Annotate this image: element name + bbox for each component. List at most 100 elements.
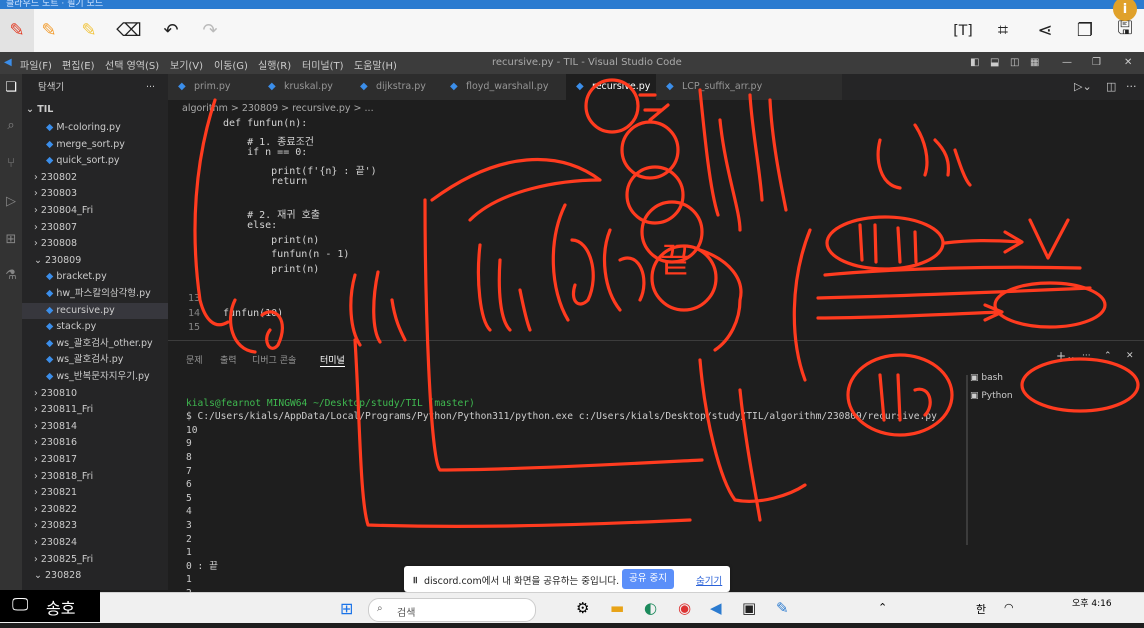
clock[interactable]: 오후 4:16 [1072, 596, 1112, 609]
editor-more-icon[interactable]: ··· [1126, 80, 1137, 93]
tree-file-item[interactable]: ◆ ws_반복문자지우기.py [22, 369, 192, 385]
run-debug-icon[interactable]: ▷ [3, 194, 19, 210]
chrome-icon[interactable]: ◉ [678, 599, 691, 617]
hide-link[interactable]: 숨기기 [696, 573, 722, 587]
pen-red-icon[interactable]: ✎ [0, 9, 34, 52]
app-icon[interactable]: ▣ [742, 599, 756, 617]
tree-folder-item[interactable]: › 230814 [22, 419, 180, 435]
wifi-icon[interactable]: ◠ [1004, 601, 1014, 614]
tab-recursive[interactable]: ◆recursive.py✕ [566, 74, 666, 100]
tree-file-item[interactable]: ◆ ws_괄호검사.py [22, 352, 192, 368]
tree-folder-item[interactable]: › 230811_Fri [22, 402, 180, 418]
split-editor-icon[interactable]: ◫ [1106, 80, 1116, 93]
tree-file-item[interactable]: ◆ stack.py [22, 319, 192, 335]
tree-file-item[interactable]: ◆ recursive.py [22, 302, 192, 319]
redo-icon[interactable]: ↷ [193, 9, 227, 52]
tab-prim[interactable]: ◆ prim.py [168, 74, 269, 100]
menu-view[interactable]: 보기(V) [170, 57, 203, 72]
menu-file[interactable]: 파일(F) [20, 57, 52, 72]
tray-chevron-icon[interactable]: ⌃ [878, 601, 887, 614]
crop-icon[interactable]: ⌗ [986, 9, 1020, 52]
panel-more-icon[interactable]: ··· [1082, 351, 1091, 361]
tree-folder-item[interactable]: › 230825_Fri [22, 552, 180, 568]
panel-tab-terminal[interactable]: 터미널 [320, 353, 345, 367]
layout-split-icon[interactable]: ◫ [1010, 57, 1019, 68]
tree-file-item[interactable]: ◆ hw_파스칼의삼각형.py [22, 286, 192, 302]
highlighter-icon[interactable]: ✎ [72, 9, 106, 52]
layout-sidebar-icon[interactable]: ◧ [970, 57, 979, 68]
edge-icon[interactable]: ◐ [644, 599, 657, 617]
tree-folder-item[interactable]: › 230818_Fri [22, 469, 180, 485]
tree-folder-item[interactable]: › 230803 [22, 186, 180, 202]
tree-file-item[interactable]: ◆ ws_괄호검사_other.py [22, 336, 192, 352]
tree-folder-item[interactable]: › 230808 [22, 236, 180, 252]
menu-terminal[interactable]: 터미널(T) [302, 57, 344, 72]
notes-icon[interactable]: ✎ [776, 599, 789, 617]
panel-tab-debug-console[interactable]: 디버그 콘솔 [252, 353, 296, 366]
eraser-icon[interactable]: ⌫ [112, 9, 146, 52]
share-icon[interactable]: ⋖ [1028, 9, 1062, 52]
tree-folder-item[interactable]: ⌄ 230809 [22, 253, 180, 269]
panel-tab-output[interactable]: 출력 [220, 353, 237, 366]
title-strip-text: 클라우드 노트 · 필기 모드 [6, 0, 104, 9]
file-explorer-icon[interactable]: ▬ [610, 599, 624, 617]
restore-icon[interactable]: ❐ [1092, 57, 1101, 68]
chevron-right-icon: › [34, 171, 41, 183]
testing-icon[interactable]: ⚗ [3, 268, 19, 284]
panel-tab-problems[interactable]: 문제 [186, 353, 203, 366]
close-icon[interactable]: ✕ [1124, 57, 1132, 68]
terminal-item-bash[interactable]: ▣ bash [970, 373, 1003, 383]
tab-lcp-suffix-arr[interactable]: ◆ LCP_suffix_arr.py [656, 74, 843, 100]
tree-folder-item[interactable]: › 230802 [22, 170, 180, 186]
tab-floyd-warshall[interactable]: ◆ floyd_warshall.py [440, 74, 577, 100]
menu-edit[interactable]: 편집(E) [62, 57, 95, 72]
layout-custom-icon[interactable]: ▦ [1030, 57, 1039, 68]
tree-file-item[interactable]: ◆ quick_sort.py [22, 153, 192, 169]
tree-folder-item[interactable]: › 230823 [22, 518, 180, 534]
copy-icon[interactable]: ❐ [1068, 9, 1102, 52]
close-panel-icon[interactable]: ✕ [1126, 351, 1134, 361]
ime-indicator[interactable]: 한 [976, 601, 986, 617]
tree-root[interactable]: ⌄ TIL [26, 102, 172, 118]
tab-kruskal[interactable]: ◆ kruskal.py [258, 74, 365, 100]
tree-file-item[interactable]: ◆ merge_sort.py [22, 137, 192, 153]
tree-folder-item[interactable]: › 230817 [22, 452, 180, 468]
run-icon[interactable]: ▷⌄ [1074, 80, 1092, 93]
layout-panel-icon[interactable]: ⬓ [990, 57, 999, 68]
new-terminal-icon[interactable]: +⌄ [1056, 349, 1076, 363]
menu-go[interactable]: 이동(G) [214, 57, 248, 72]
tree-folder-item[interactable]: › 230807 [22, 220, 180, 236]
stop-sharing-button[interactable]: 공유 중지 [622, 569, 674, 589]
tree-folder-item[interactable]: › 230804_Fri [22, 203, 180, 219]
tree-folder-item[interactable]: › 230816 [22, 435, 180, 451]
minimize-icon[interactable]: — [1062, 57, 1072, 68]
explorer-icon[interactable]: ❏ [3, 80, 19, 96]
tree-file-item[interactable]: ◆ bracket.py [22, 269, 192, 285]
menu-run[interactable]: 실행(R) [258, 57, 291, 72]
menu-selection[interactable]: 선택 영역(S) [105, 57, 159, 72]
pen-orange-icon[interactable]: ✎ [32, 9, 66, 52]
undo-icon[interactable]: ↶ [154, 9, 188, 52]
menu-help[interactable]: 도움말(H) [354, 57, 397, 72]
more-actions-icon[interactable]: ··· [146, 80, 166, 96]
tree-file-item[interactable]: ◆ M-coloring.py [22, 120, 192, 136]
terminal-item-python[interactable]: ▣ Python [970, 391, 1013, 401]
tree-item-label: 230808 [40, 238, 78, 250]
taskbar-search[interactable]: ⌕ 검색 [368, 598, 536, 622]
windows-start-icon[interactable]: ⊞ [340, 599, 353, 618]
tab-label: recursive.py [592, 81, 651, 92]
maximize-panel-icon[interactable]: ⌃ [1104, 351, 1112, 361]
search-icon[interactable]: ⌕ [3, 118, 19, 134]
tree-folder-item[interactable]: › 230824 [22, 535, 180, 551]
settings-icon[interactable]: ⚙ [576, 599, 589, 617]
tree-folder-item[interactable]: › 230822 [22, 502, 180, 518]
breadcrumb-text[interactable]: algorithm > 230809 > recursive.py > ... [168, 103, 374, 114]
tree-folder-item[interactable]: › 230810 [22, 386, 180, 402]
text-scan-icon[interactable]: [T] [946, 9, 980, 52]
code-editor[interactable]: def funfun(n): # 1. 종료조건 if n == 0: prin… [168, 118, 1144, 340]
extensions-icon[interactable]: ⊞ [3, 232, 19, 248]
source-control-icon[interactable]: ⑂ [3, 156, 19, 172]
vscode-icon[interactable]: ◀ [710, 599, 722, 617]
tree-folder-item[interactable]: › 230821 [22, 485, 180, 501]
tree-folder-item[interactable]: ⌄ 230828 [22, 568, 180, 584]
